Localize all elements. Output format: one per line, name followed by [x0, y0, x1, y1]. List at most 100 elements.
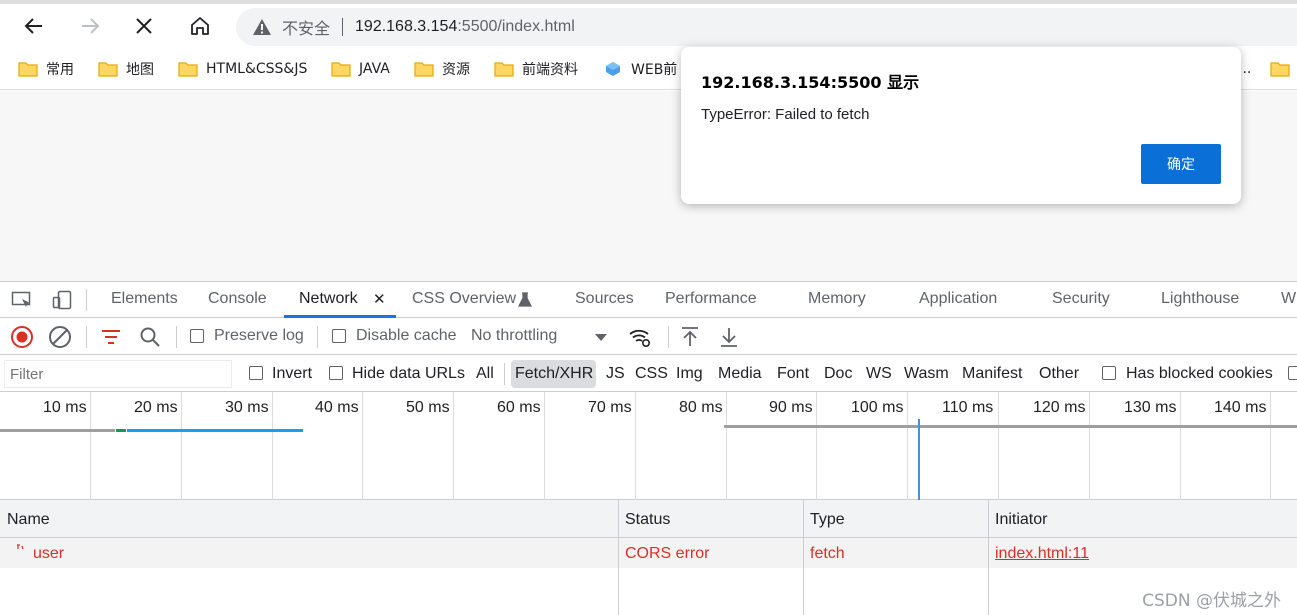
type-filter-all[interactable]: All: [476, 365, 494, 383]
url-path[interactable]: :5500/index.html: [457, 18, 574, 36]
column-name[interactable]: Name: [7, 511, 50, 529]
type-filter-font[interactable]: Font: [777, 365, 809, 383]
type-filter-manifest[interactable]: Manifest: [962, 365, 1022, 383]
hide-data-urls-checkbox[interactable]: [329, 366, 343, 380]
tab-console[interactable]: Console: [208, 290, 267, 308]
disable-cache-checkbox[interactable]: [332, 329, 346, 343]
timeline-gridline: [1270, 392, 1271, 500]
has-blocked-cookies-checkbox[interactable]: [1102, 366, 1116, 380]
tab-memory[interactable]: Memory: [808, 290, 866, 308]
tab-sources[interactable]: Sources: [575, 290, 634, 308]
warning-icon[interactable]: [252, 17, 272, 37]
network-conditions-button[interactable]: [628, 325, 652, 349]
column-divider[interactable]: [988, 500, 989, 615]
tab-security[interactable]: Security: [1052, 290, 1110, 308]
type-filter-js[interactable]: JS: [606, 365, 625, 383]
has-blocked-cookies-label[interactable]: Has blocked cookies: [1126, 365, 1273, 383]
timeline-tick: 50 ms: [406, 399, 450, 416]
filter-toggle-button[interactable]: [99, 325, 123, 349]
request-initiator-link[interactable]: index.html:11: [995, 545, 1089, 563]
clear-button[interactable]: [48, 325, 72, 349]
column-type[interactable]: Type: [810, 511, 845, 529]
tab-network[interactable]: Network: [299, 290, 358, 308]
device-toolbar-button[interactable]: [50, 288, 74, 312]
invert-label[interactable]: Invert: [272, 365, 312, 383]
bookmark-folder[interactable]: 前端资料: [494, 58, 578, 80]
filter-input[interactable]: [4, 360, 232, 388]
tab-css-overview[interactable]: CSS Overview: [412, 290, 516, 308]
stop-button[interactable]: [128, 10, 160, 42]
timeline-gridline: [998, 392, 999, 500]
timeline-tick: 30 ms: [225, 399, 269, 416]
bookmark-folder[interactable]: JAVA: [331, 58, 390, 80]
type-filter-doc[interactable]: Doc: [824, 365, 852, 383]
web-site-icon: [606, 62, 620, 76]
tab-application[interactable]: Application: [919, 290, 997, 308]
folder-icon: [331, 62, 351, 77]
dialog-title: 192.168.3.154:5500 显示: [701, 73, 920, 92]
type-filter-ws[interactable]: WS: [866, 365, 892, 383]
folder-icon: [414, 62, 434, 77]
bookmark-link[interactable]: WEB前: [603, 58, 677, 80]
search-button[interactable]: [138, 325, 162, 349]
bookmark-folder[interactable]: HTML&CSS&JS: [178, 58, 307, 80]
export-har-button[interactable]: [717, 325, 741, 349]
hide-data-urls-label[interactable]: Hide data URLs: [352, 365, 465, 383]
bookmark-folder[interactable]: 资源: [414, 58, 470, 80]
toolbar-divider: [176, 326, 177, 348]
timeline-overview[interactable]: 10 ms 20 ms 30 ms 40 ms 50 ms 60 ms 70 m…: [0, 392, 1297, 500]
watermark: CSDN @伏城之外: [1142, 591, 1281, 611]
dropdown-arrow-icon[interactable]: [594, 333, 608, 343]
bookmark-folder[interactable]: [1270, 58, 1297, 80]
type-filter-media[interactable]: Media: [718, 365, 762, 383]
column-initiator[interactable]: Initiator: [995, 511, 1047, 529]
forward-button[interactable]: [74, 10, 106, 42]
omnibox[interactable]: 不安全 192.168.3.154 :5500/index.html: [236, 8, 1297, 46]
bookmark-folder[interactable]: 地图: [98, 58, 154, 80]
timeline-gridline: [635, 392, 636, 500]
tab-performance[interactable]: Performance: [665, 290, 757, 308]
timeline-tick: 100 ms: [851, 399, 904, 416]
devtools-tabbar: Elements Console Network ✕ CSS Overview …: [0, 282, 1297, 318]
throttling-select[interactable]: No throttling: [471, 327, 557, 345]
type-filter-css[interactable]: CSS: [635, 365, 668, 383]
filter-bar: Invert Hide data URLs All Fetch/XHR JS C…: [0, 355, 1297, 392]
url-host[interactable]: 192.168.3.154: [355, 18, 457, 36]
bookmark-folder[interactable]: 常用: [18, 58, 74, 80]
ok-button[interactable]: 确定: [1141, 144, 1221, 184]
timeline-tick: 40 ms: [315, 399, 359, 416]
devtools-panel: Elements Console Network ✕ CSS Overview …: [0, 281, 1297, 615]
tab-overflow[interactable]: W: [1281, 290, 1296, 308]
record-button[interactable]: [10, 325, 34, 349]
timeline-gridline: [544, 392, 545, 500]
dom-content-loaded-marker: [918, 419, 920, 500]
type-filter-fetch-xhr[interactable]: Fetch/XHR: [515, 365, 593, 383]
table-row[interactable]: user CORS error fetch index.html:11: [0, 538, 1297, 568]
preserve-log-label[interactable]: Preserve log: [214, 327, 304, 345]
column-divider[interactable]: [803, 500, 804, 615]
column-status[interactable]: Status: [625, 511, 670, 529]
blocked-requests-checkbox[interactable]: [1288, 366, 1297, 380]
timeline-gridline: [816, 392, 817, 500]
filter-icon: [102, 330, 120, 344]
security-label[interactable]: 不安全: [282, 15, 330, 39]
timeline-gridline: [362, 392, 363, 500]
close-tab-icon[interactable]: ✕: [373, 290, 386, 308]
import-har-button[interactable]: [678, 325, 702, 349]
tab-lighthouse[interactable]: Lighthouse: [1161, 290, 1239, 308]
type-filter-wasm[interactable]: Wasm: [904, 365, 949, 383]
type-filter-img[interactable]: Img: [676, 365, 703, 383]
back-button[interactable]: [18, 10, 50, 42]
inspect-element-button[interactable]: [10, 288, 34, 312]
request-name[interactable]: user: [33, 545, 64, 563]
disable-cache-label[interactable]: Disable cache: [356, 327, 457, 345]
invert-checkbox[interactable]: [249, 366, 263, 380]
tab-elements[interactable]: Elements: [111, 290, 178, 308]
timeline-gridline: [1180, 392, 1181, 500]
type-filter-other[interactable]: Other: [1039, 365, 1079, 383]
preserve-log-checkbox[interactable]: [190, 329, 204, 343]
timeline-bar: [116, 429, 126, 432]
column-divider[interactable]: [618, 500, 619, 615]
home-button[interactable]: [184, 10, 216, 42]
bookmark-label: 前端资料: [522, 62, 578, 78]
